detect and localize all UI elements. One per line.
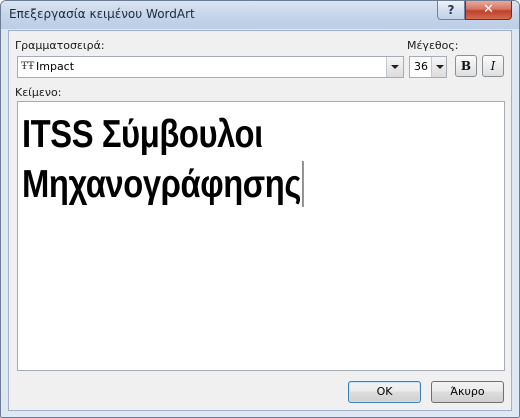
size-value: 36: [414, 60, 428, 73]
text-line-2-value: Μηχανογράφησης: [22, 163, 301, 206]
dialog-body: Γραμματοσειρά: ŦŦ Impact Μέγεθος: 36 B I…: [8, 30, 512, 411]
size-select[interactable]: 36: [409, 56, 447, 78]
text-label: Κείμενο:: [15, 86, 62, 99]
text-line-1: ITSS Σύμβουλοι: [22, 113, 263, 156]
size-label: Μέγεθος:: [407, 39, 459, 52]
wordart-dialog: Επεξεργασία κειμένου WordArt ? ✕ Γραμματ…: [0, 0, 520, 418]
wordart-text-input[interactable]: ITSS Σύμβουλοι Μηχανογράφησης: [17, 101, 505, 371]
title-bar[interactable]: Επεξεργασία κειμένου WordArt ? ✕: [1, 1, 519, 29]
chevron-down-icon[interactable]: [386, 57, 403, 77]
text-caret: [302, 161, 304, 207]
text-line-2: Μηχανογράφησης: [22, 160, 304, 210]
bold-button[interactable]: B: [455, 55, 477, 77]
truetype-font-icon: ŦŦ: [21, 61, 35, 72]
help-button[interactable]: ?: [437, 1, 465, 20]
close-button[interactable]: ✕: [465, 1, 512, 20]
cancel-button[interactable]: Άκυρο: [431, 381, 504, 403]
font-select[interactable]: ŦŦ Impact: [17, 56, 404, 78]
wordart-text: ITSS Σύμβουλοι Μηχανογράφησης: [22, 110, 304, 210]
chevron-down-icon[interactable]: [431, 57, 446, 77]
close-icon: ✕: [483, 2, 494, 17]
italic-button[interactable]: I: [482, 55, 504, 77]
font-label: Γραμματοσειρά:: [15, 39, 105, 52]
window-title: Επεξεργασία κειμένου WordArt: [9, 7, 195, 21]
font-value: Impact: [36, 60, 75, 73]
ok-button[interactable]: OK: [348, 381, 421, 403]
